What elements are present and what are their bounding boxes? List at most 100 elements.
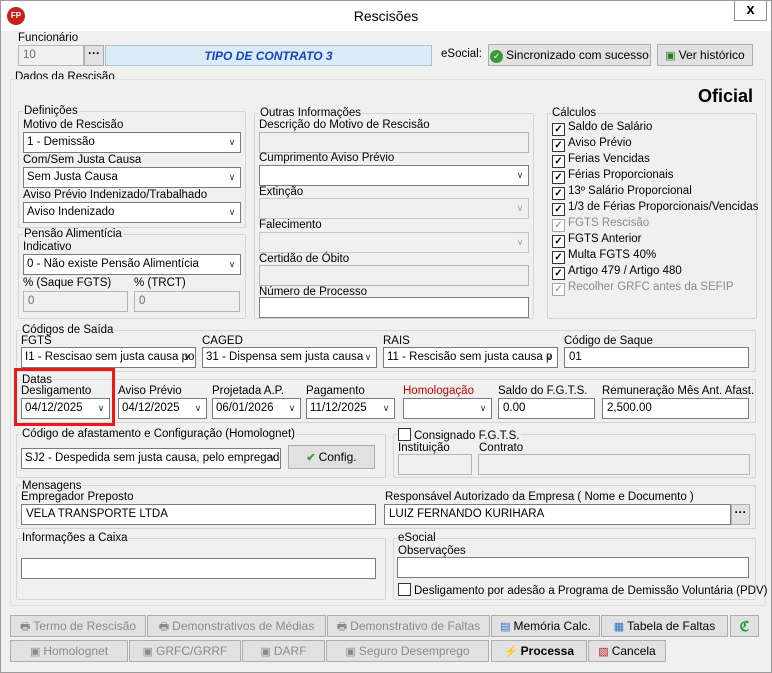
codigo-saque-input[interactable]: 01 (564, 347, 749, 368)
printer-icon: 🖶 (158, 621, 170, 633)
calculo-checkbox[interactable]: ✓ FGTS Rescisão (552, 217, 649, 232)
homologacao-date[interactable]: ∨ (403, 398, 492, 419)
ver-historico-button[interactable]: ▣ Ver histórico (657, 44, 753, 66)
calculo-label: FGTS Rescisão (568, 217, 650, 229)
calculo-label: Recolher GRFC antes da SEFIP (568, 281, 734, 293)
calculo-label: Multa FGTS 40% (568, 249, 657, 261)
calculo-checkbox[interactable]: ✓ Saldo de Salário (552, 121, 652, 136)
saque-fgts-label: % (Saque FGTS) (23, 277, 112, 289)
projetada-date[interactable]: 06/01/2026 ∨ (212, 398, 301, 419)
certidao-label: Certidão de Óbito (259, 253, 350, 265)
aviso-tipo-select[interactable]: Aviso Indenizado ∨ (23, 202, 241, 223)
grfc-grrf-button[interactable]: ▣ GRFC/GRRF (129, 640, 241, 662)
calculo-checkbox[interactable]: ✓ Multa FGTS 40% (552, 249, 656, 264)
refresh-icon[interactable]: ℭ (730, 615, 759, 637)
consignado-label: Consignado F.G.T.S. (414, 430, 520, 442)
termo-rescisao-button[interactable]: 🖶 Termo de Rescisão (10, 615, 146, 637)
close-button[interactable]: x (734, 1, 767, 21)
consignado-checkbox[interactable]: Consignado F.G.T.S. (398, 428, 522, 443)
contrato-input[interactable] (478, 454, 750, 475)
fgts-value: I1 - Rescisao sem justa causa po (25, 351, 195, 363)
saque-fgts-input[interactable]: 0 (23, 291, 128, 312)
cancela-button[interactable]: ▧ Cancela (588, 640, 666, 662)
calculo-checkbox[interactable]: ✓ Ferias Vencidas (552, 153, 650, 168)
darf-button[interactable]: ▣ DARF (242, 640, 325, 662)
informacoes-input[interactable] (21, 558, 376, 579)
aviso-previo-value: 04/12/2025 (122, 402, 180, 414)
aviso-previo-date[interactable]: 04/12/2025 ∨ (118, 398, 207, 419)
processo-input[interactable] (259, 297, 529, 318)
calculo-checkbox[interactable]: ✓ FGTS Anterior (552, 233, 642, 248)
remuneracao-input[interactable]: 2,500.00 (602, 398, 749, 419)
chevron-down-icon: ∨ (516, 203, 524, 213)
cancela-label: Cancela (611, 644, 656, 658)
responsavel-lookup-button[interactable]: ··· (731, 504, 750, 525)
desligamento-value: 04/12/2025 (25, 402, 83, 414)
caged-select[interactable]: 31 - Dispensa sem justa causa ∨ (202, 347, 377, 368)
calculo-checkbox[interactable]: ✓ 13º Salário Proporcional (552, 185, 692, 200)
demonstrativo-faltas-button[interactable]: 🖶 Demonstrativo de Faltas (327, 615, 490, 637)
chevron-down-icon: ∨ (479, 403, 487, 413)
codigo-saque-label: Código de Saque (564, 335, 653, 347)
chevron-down-icon: ∨ (97, 403, 105, 413)
pensao-title: Pensão Alimentícia (23, 228, 123, 240)
funcionario-lookup-button[interactable]: ··· (84, 45, 104, 66)
esocial-label: eSocial: (441, 48, 482, 60)
desligamento-date[interactable]: 04/12/2025 ∨ (21, 398, 110, 419)
calculo-checkbox[interactable]: ✓ Recolher GRFC antes da SEFIP (552, 281, 734, 296)
cumprimento-select[interactable]: ∨ (259, 165, 529, 186)
certidao-input[interactable] (259, 265, 529, 286)
trct-input[interactable]: 0 (134, 291, 240, 312)
afastamento-value: SJ2 - Despedida sem justa causa, pelo em… (25, 452, 281, 464)
sync-button[interactable]: ✓ Sincronizado com sucesso (488, 44, 651, 66)
homolognet-button[interactable]: ▣ Homolognet (10, 640, 128, 662)
calculo-checkbox[interactable]: ✓ 1/3 de Férias Proporcionais/Vencidas (552, 201, 759, 216)
printer-icon: 🖶 (336, 621, 348, 633)
checkmark-icon: ✔ (306, 452, 316, 464)
chevron-down-icon: ∨ (545, 352, 553, 362)
indicativo-select[interactable]: 0 - Não existe Pensão Alimentícia ∨ (23, 254, 241, 275)
responsavel-input[interactable]: LUIZ FERNANDO KURIHARA (384, 504, 731, 525)
checkmark-icon: ✓ (552, 171, 565, 184)
demonstrativos-medias-button[interactable]: 🖶 Demonstrativos de Médias (147, 615, 326, 637)
chevron-down-icon: ∨ (364, 352, 372, 362)
projetada-value: 06/01/2026 (216, 402, 274, 414)
calculo-checkbox[interactable]: ✓ Férias Proporcionais (552, 169, 673, 184)
chevron-down-icon: ∨ (183, 352, 191, 362)
saldo-fgts-input[interactable]: 0.00 (498, 398, 595, 419)
pdv-checkbox[interactable]: Desligamento por adesão a Programa de De… (398, 583, 768, 598)
seguro-desemprego-button[interactable]: ▣ Seguro Desemprego (326, 640, 489, 662)
observacoes-input[interactable] (397, 557, 749, 578)
calculo-label: 13º Salário Proporcional (568, 185, 692, 197)
pagamento-date[interactable]: 11/12/2025 ∨ (306, 398, 395, 419)
processa-button[interactable]: ⚡ Processa (491, 640, 587, 662)
fgts-select[interactable]: I1 - Rescisao sem justa causa po ∨ (21, 347, 196, 368)
preposto-input[interactable]: VELA TRANSPORTE LTDA (21, 504, 376, 525)
instituicao-input[interactable] (398, 454, 472, 475)
chevron-down-icon: ∨ (516, 237, 524, 247)
falecimento-select[interactable]: ∨ (259, 232, 529, 253)
responsavel-label: Responsável Autorizado da Empresa ( Nome… (385, 491, 694, 503)
outras-title: Outras Informações (259, 107, 362, 119)
cancel-document-icon: ▧ (598, 646, 609, 658)
afastamento-select[interactable]: SJ2 - Despedida sem justa causa, pelo em… (21, 448, 281, 469)
chevron-down-icon: ∨ (288, 403, 296, 413)
descricao-motivo-input[interactable] (259, 132, 529, 153)
motivo-select[interactable]: 1 - Demissão ∨ (23, 132, 241, 153)
printer-icon: 🖶 (19, 621, 31, 633)
rais-value: 11 - Rescisão sem justa causa p (387, 351, 553, 363)
memoria-label: Memória Calc. (513, 619, 591, 633)
chevron-down-icon: ∨ (268, 453, 276, 463)
calculo-label: Saldo de Salário (568, 121, 653, 133)
calculo-checkbox[interactable]: ✓ Artigo 479 / Artigo 480 (552, 265, 682, 280)
projetada-label: Projetada A.P. (212, 385, 285, 397)
memoria-calc-button[interactable]: ▤ Memória Calc. (491, 615, 600, 637)
instituicao-label: Instituição (398, 442, 450, 454)
config-button[interactable]: ✔ Config. (288, 445, 375, 469)
rais-select[interactable]: 11 - Rescisão sem justa causa p ∨ (383, 347, 558, 368)
justa-causa-select[interactable]: Sem Justa Causa ∨ (23, 167, 241, 188)
extincao-select[interactable]: ∨ (259, 198, 529, 219)
tabela-faltas-button[interactable]: ▦ Tabela de Faltas (601, 615, 728, 637)
calculo-checkbox[interactable]: ✓ Aviso Prévio (552, 137, 632, 152)
funcionario-input[interactable]: 10 (18, 45, 84, 66)
